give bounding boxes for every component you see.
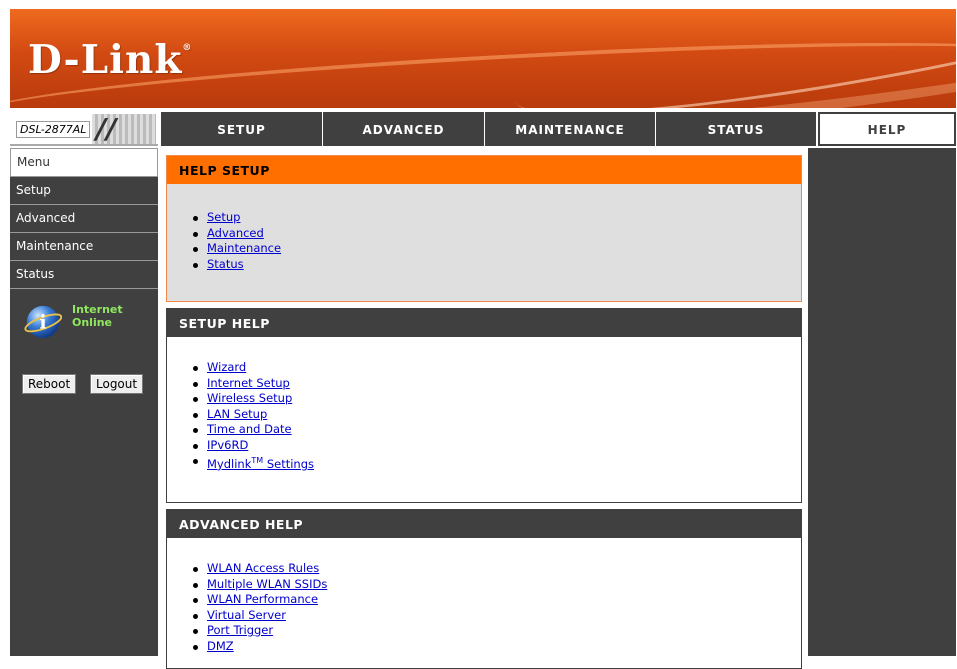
sidebar-item-setup[interactable]: Setup: [10, 177, 158, 205]
info-globe-icon: i: [24, 305, 62, 339]
list-item: DMZ: [167, 639, 801, 655]
list-item: WLAN Access Rules: [167, 561, 801, 577]
link-time-and-date[interactable]: Time and Date: [207, 422, 292, 436]
list-item: Virtual Server: [167, 608, 801, 624]
link-advanced[interactable]: Advanced: [207, 226, 264, 240]
link-port-trigger[interactable]: Port Trigger: [207, 623, 273, 637]
list-item: Internet Setup: [167, 376, 801, 392]
sidebar-item-advanced[interactable]: Advanced: [10, 205, 158, 233]
link-dmz[interactable]: DMZ: [207, 639, 234, 653]
right-rail: [808, 148, 956, 656]
list-item: LAN Setup: [167, 407, 801, 423]
tab-setup[interactable]: SETUP: [160, 112, 322, 146]
list-item: Setup: [167, 210, 801, 226]
help-setup-section: HELP SETUP Setup Advanced Maintenance St…: [166, 155, 802, 302]
link-wlan-performance[interactable]: WLAN Performance: [207, 592, 318, 606]
svg-text:i: i: [39, 312, 46, 334]
section-title: HELP SETUP: [167, 156, 801, 184]
slashes-graphic: //: [92, 112, 156, 145]
link-lan-setup[interactable]: LAN Setup: [207, 407, 267, 421]
top-nav: DSL-2877AL // SETUP ADVANCED MAINTENANCE…: [10, 112, 956, 146]
link-virtual-server[interactable]: Virtual Server: [207, 608, 286, 622]
model-label: DSL-2877AL: [16, 121, 91, 138]
advanced-help-links: WLAN Access Rules Multiple WLAN SSIDs WL…: [167, 538, 801, 654]
link-ipv6rd[interactable]: IPv6RD: [207, 438, 248, 452]
online-label: Online: [72, 316, 113, 329]
list-item: WLAN Performance: [167, 592, 801, 608]
sidebar-item-status[interactable]: Status: [10, 261, 158, 289]
list-item: Time and Date: [167, 422, 801, 438]
help-setup-links: Setup Advanced Maintenance Status: [167, 184, 801, 272]
section-title: ADVANCED HELP: [167, 510, 801, 538]
list-item: Advanced: [167, 226, 801, 242]
internet-status-text: Internet Online: [72, 303, 152, 329]
link-multiple-wlan-ssids[interactable]: Multiple WLAN SSIDs: [207, 577, 327, 591]
setup-help-section: SETUP HELP Wizard Internet Setup Wireles…: [166, 308, 802, 503]
list-item: Port Trigger: [167, 623, 801, 639]
list-item: Multiple WLAN SSIDs: [167, 577, 801, 593]
reboot-button[interactable]: Reboot: [22, 374, 77, 394]
logout-button[interactable]: Logout: [90, 374, 144, 394]
link-wlan-access-rules[interactable]: WLAN Access Rules: [207, 561, 319, 575]
link-internet-setup[interactable]: Internet Setup: [207, 376, 290, 390]
setup-help-links: Wizard Internet Setup Wireless Setup LAN…: [167, 337, 801, 472]
link-wizard[interactable]: Wizard: [207, 360, 246, 374]
link-status[interactable]: Status: [207, 257, 244, 271]
tab-status[interactable]: STATUS: [655, 112, 816, 146]
main-content: HELP SETUP Setup Advanced Maintenance St…: [158, 148, 808, 669]
list-item: Status: [167, 257, 801, 273]
sidebar-item-menu[interactable]: Menu: [10, 148, 158, 177]
dlink-logo: D-Link®: [28, 37, 193, 83]
link-maintenance[interactable]: Maintenance: [207, 241, 281, 255]
list-item: MydlinkTM Settings: [167, 453, 801, 472]
internet-label: Internet: [72, 303, 123, 316]
link-wireless-setup[interactable]: Wireless Setup: [207, 391, 292, 405]
tab-maintenance[interactable]: MAINTENANCE: [484, 112, 655, 146]
sidebar: Menu Setup Advanced Maintenance Status i…: [10, 148, 158, 656]
list-item: Wireless Setup: [167, 391, 801, 407]
list-item: Wizard: [167, 360, 801, 376]
list-item: Maintenance: [167, 241, 801, 257]
header-banner: D-Link®: [10, 9, 956, 108]
list-item: IPv6RD: [167, 438, 801, 454]
section-title: SETUP HELP: [167, 309, 801, 337]
link-mydlink-settings[interactable]: MydlinkTM Settings: [207, 456, 314, 471]
model-label-area: DSL-2877AL //: [10, 112, 158, 146]
tab-advanced[interactable]: ADVANCED: [322, 112, 484, 146]
link-setup[interactable]: Setup: [207, 210, 240, 224]
tab-help[interactable]: HELP: [818, 112, 956, 146]
sidebar-item-maintenance[interactable]: Maintenance: [10, 233, 158, 261]
advanced-help-section: ADVANCED HELP WLAN Access Rules Multiple…: [166, 509, 802, 669]
